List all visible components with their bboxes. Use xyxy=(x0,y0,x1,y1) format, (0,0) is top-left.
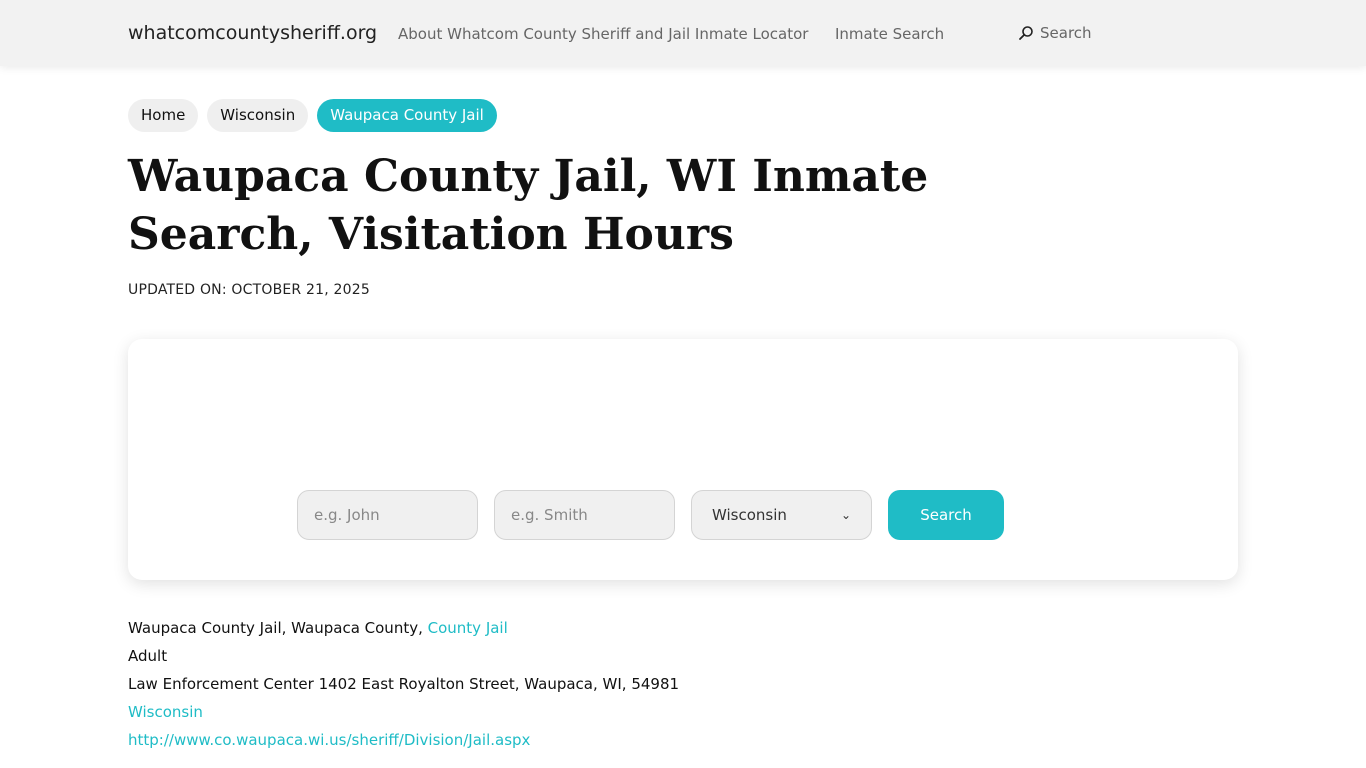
state-link[interactable]: Wisconsin xyxy=(128,703,203,721)
nav-search-button[interactable]: Search xyxy=(1018,24,1092,42)
first-name-input[interactable] xyxy=(297,490,478,540)
nav-search-label: Search xyxy=(1040,24,1092,42)
last-name-input[interactable] xyxy=(494,490,675,540)
state-select-value: Wisconsin xyxy=(712,506,787,524)
jail-website-link[interactable]: http://www.co.waupaca.wi.us/sheriff/Divi… xyxy=(128,731,530,749)
site-logo-link[interactable]: whatcomcountysheriff.org xyxy=(128,22,377,44)
jail-info: Waupaca County Jail, Waupaca County, Cou… xyxy=(128,617,679,757)
search-button[interactable]: Search xyxy=(888,490,1004,540)
breadcrumb: Home Wisconsin Waupaca County Jail xyxy=(128,99,497,132)
search-icon xyxy=(1018,25,1034,41)
breadcrumb-waupaca-county-jail[interactable]: Waupaca County Jail xyxy=(317,99,497,132)
nav-about-link[interactable]: About Whatcom County Sheriff and Jail In… xyxy=(398,25,808,43)
info-address: Law Enforcement Center 1402 East Royalto… xyxy=(128,675,680,693)
nav-inmate-search-link[interactable]: Inmate Search xyxy=(835,25,944,43)
updated-date: UPDATED ON: OCTOBER 21, 2025 xyxy=(128,282,370,298)
state-select[interactable]: Wisconsin ⌄ xyxy=(691,490,872,540)
inmate-search-card: Wisconsin ⌄ Search xyxy=(128,339,1238,580)
page-title: Waupaca County Jail, WI Inmate Search, V… xyxy=(128,151,929,260)
chevron-down-icon: ⌄ xyxy=(840,508,851,522)
info-category: Adult xyxy=(128,647,168,665)
info-jail-name: Waupaca County Jail, Waupaca County, xyxy=(128,619,428,637)
info-line-type: Waupaca County Jail, Waupaca County, Cou… xyxy=(128,617,679,645)
county-jail-link[interactable]: County Jail xyxy=(428,619,508,637)
top-navbar: whatcomcountysheriff.org About Whatcom C… xyxy=(0,0,1366,66)
breadcrumb-wisconsin[interactable]: Wisconsin xyxy=(207,99,309,132)
breadcrumb-home[interactable]: Home xyxy=(128,99,199,132)
